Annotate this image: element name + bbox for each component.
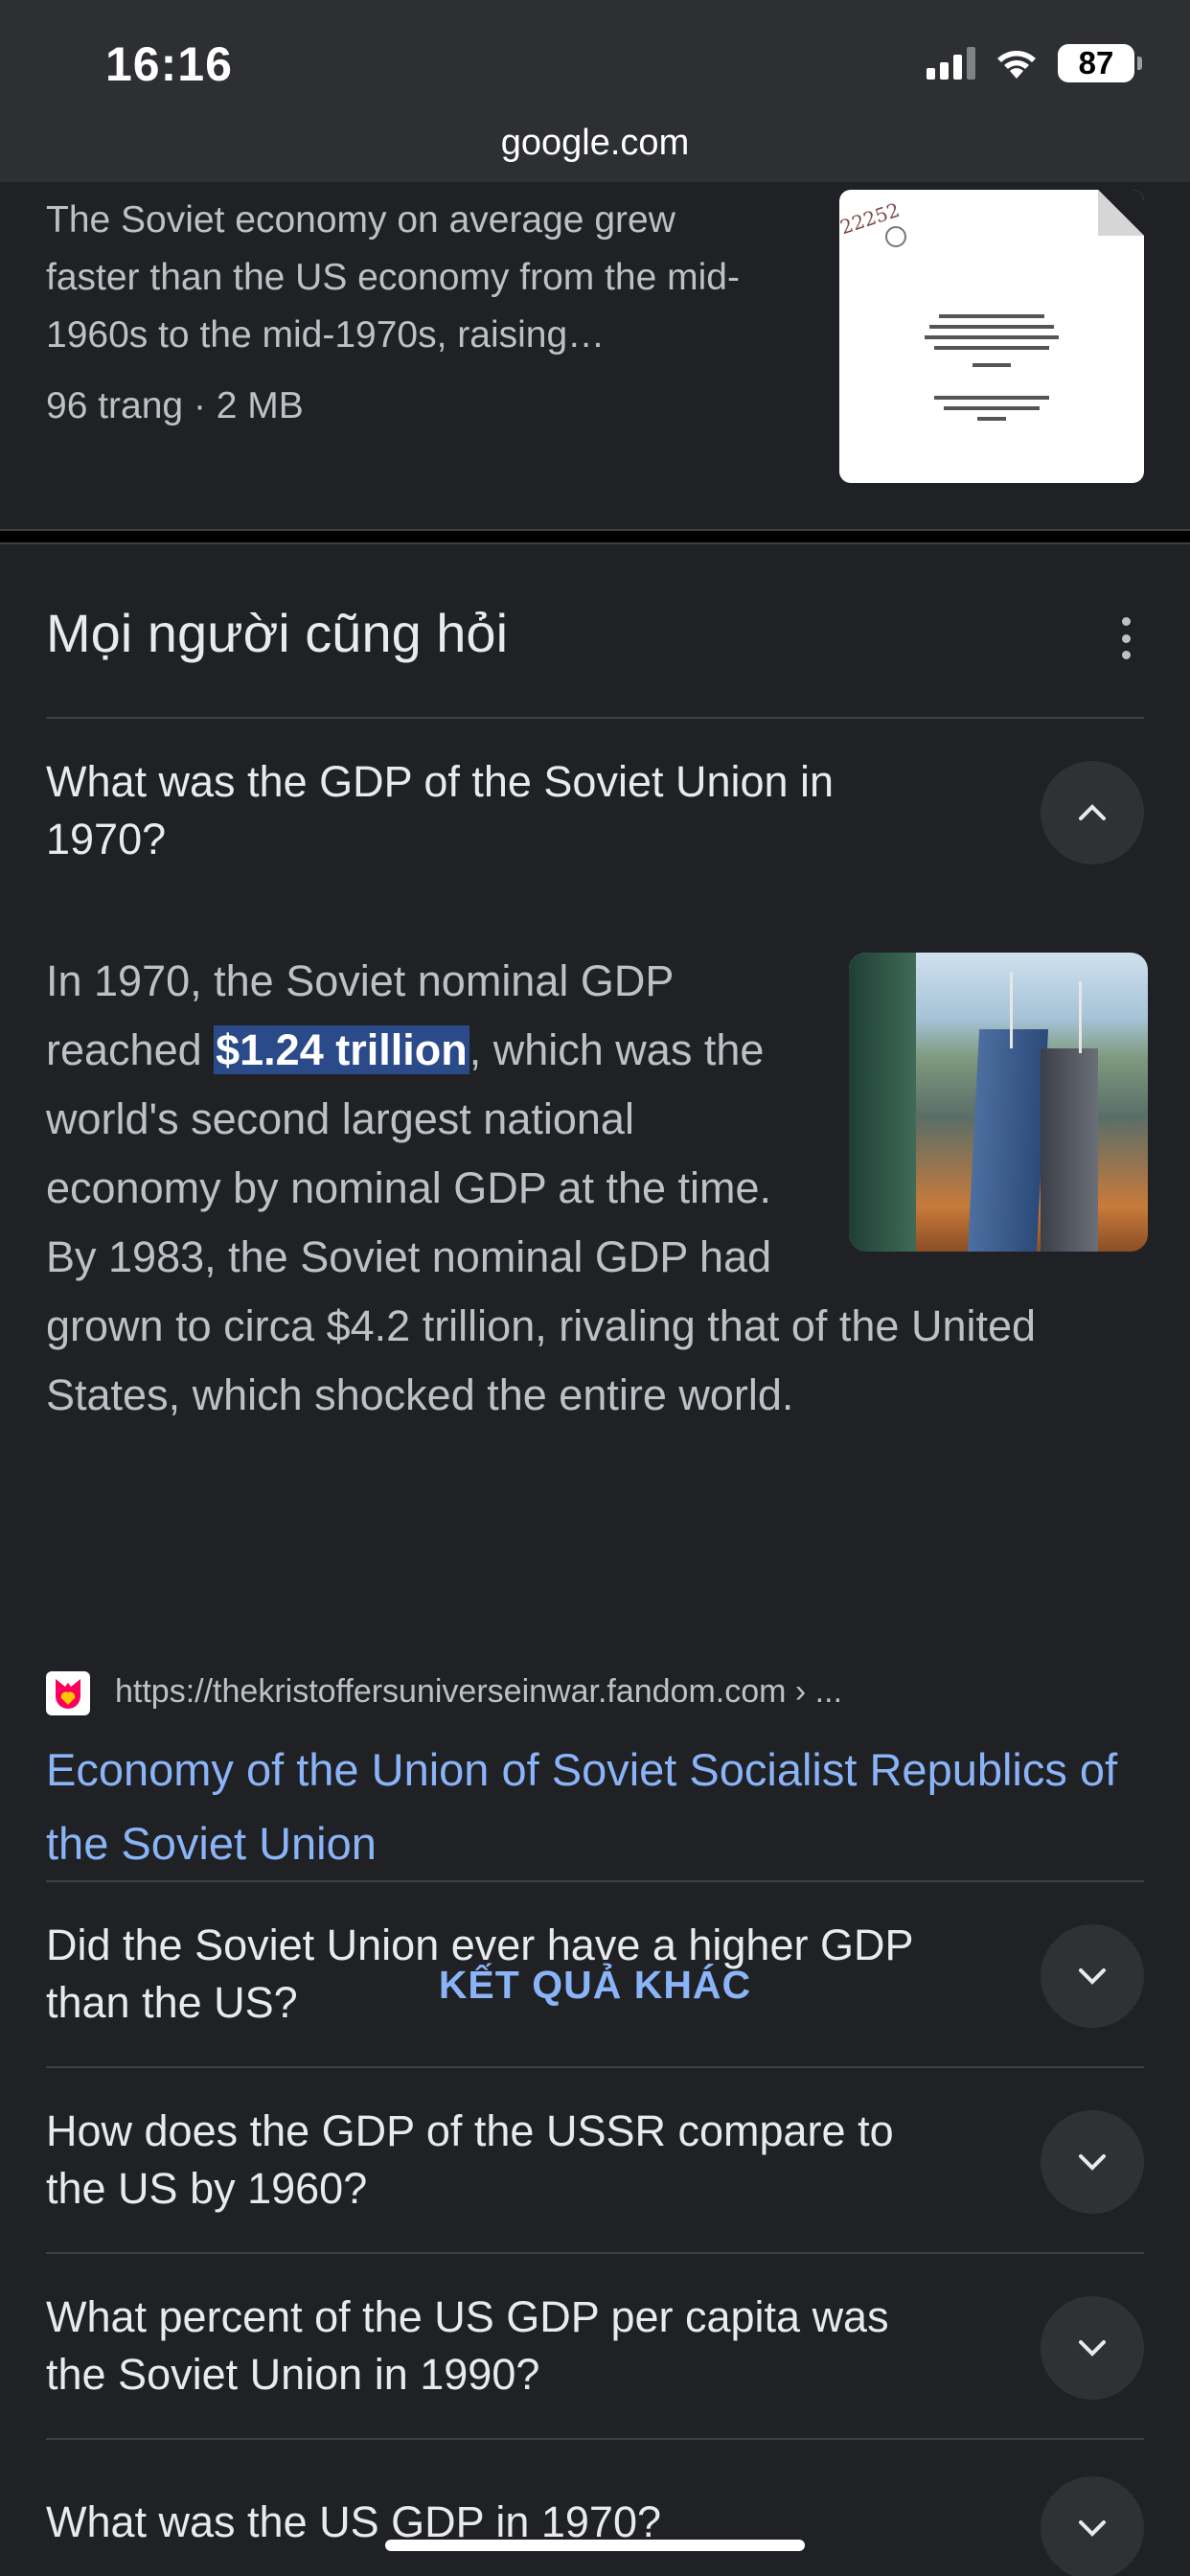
question-item[interactable]: What percent of the US GDP per capita wa… [46, 2288, 956, 2404]
address-bar-url[interactable]: google.com [0, 123, 1190, 164]
divider [46, 2438, 1144, 2440]
home-indicator[interactable] [385, 2540, 805, 2551]
question-item[interactable]: How does the GDP of the USSR compare to … [46, 2103, 956, 2218]
collapse-button[interactable] [1041, 761, 1144, 864]
wifi-icon [997, 51, 1036, 79]
chevron-down-icon [1079, 1968, 1106, 1985]
answer-image[interactable] [849, 953, 1148, 1252]
expand-button[interactable] [1041, 2296, 1144, 2400]
people-also-ask-title: Mọi người cũng hỏi [46, 603, 509, 663]
expanded-question[interactable]: What was the GDP of the Soviet Union in … [46, 753, 956, 868]
chevron-down-icon [1079, 2340, 1106, 2357]
source-title-link[interactable]: Economy of the Union of Soviet Socialist… [46, 1733, 1157, 1880]
pdf-snippet: The Soviet economy on average grew faste… [46, 199, 740, 356]
expand-button[interactable] [1041, 2476, 1144, 2576]
answer-highlight: $1.24 trillion [214, 1025, 469, 1074]
search-results: The Soviet economy on average grew faste… [0, 182, 1190, 2576]
status-time: 16:16 [105, 37, 233, 91]
expand-button[interactable] [1041, 2110, 1144, 2214]
pdf-thumbnail[interactable]: 22252 [839, 190, 1144, 483]
pdf-result-card[interactable]: The Soviet economy on average grew faste… [0, 182, 1190, 529]
divider [46, 2252, 1144, 2254]
question-item[interactable]: Did the Soviet Union ever have a higher … [46, 1917, 956, 2032]
answer-text: In 1970, the Soviet nominal GDP reached … [46, 947, 1157, 1430]
divider [46, 1880, 1144, 1882]
divider [46, 2066, 1144, 2068]
chevron-down-icon [1079, 2154, 1106, 2171]
seal-icon [885, 226, 906, 247]
status-indicators: 87 [927, 42, 1142, 84]
pdf-meta: 96 trang · 2 MB [46, 385, 304, 426]
chevron-down-icon [1079, 2520, 1106, 2537]
fandom-favicon-icon [46, 1671, 90, 1715]
browser-top-bar: 16:16 87 google.com [0, 0, 1190, 182]
source-url[interactable]: https://thekristoffersuniverseinwar.fand… [115, 1673, 842, 1711]
chevron-up-icon [1079, 804, 1106, 820]
section-separator [0, 529, 1190, 544]
expand-button[interactable] [1041, 1924, 1144, 2028]
document-text-lines [920, 314, 1064, 427]
divider [46, 717, 1144, 719]
cellular-signal-icon [927, 47, 975, 80]
more-options-icon[interactable] [1110, 610, 1142, 667]
battery-level: 87 [1078, 45, 1114, 80]
battery-icon: 87 [1058, 44, 1142, 82]
